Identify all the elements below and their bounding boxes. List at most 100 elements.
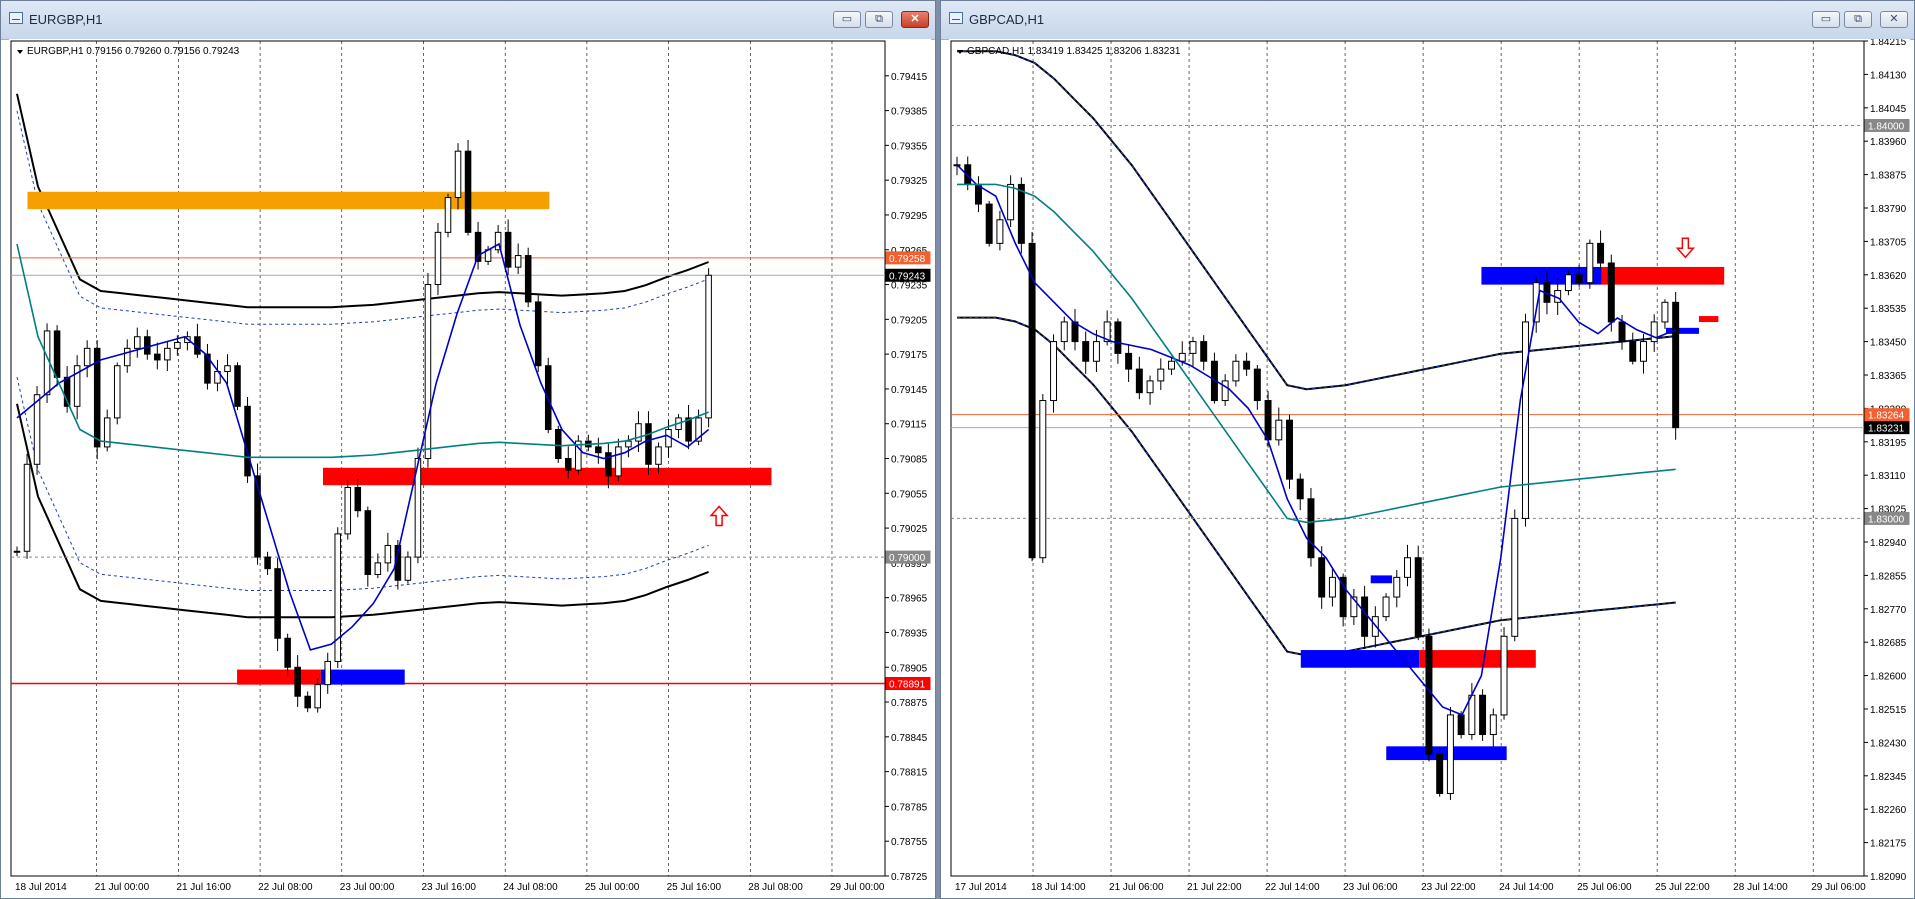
candle-body [1597, 242, 1605, 264]
y-tick-label: 0.79085 [891, 455, 928, 466]
minimize-button[interactable]: ▭ [833, 11, 861, 28]
candle-body [123, 347, 131, 367]
candle-body [1414, 557, 1422, 637]
gbpcad-chart-area[interactable]: 17 Jul 2014 18 Jul 14:00 21 Jul 06:00 21 Ju… [949, 39, 1910, 894]
close-button[interactable]: ✕ [1880, 11, 1908, 28]
candle-body [424, 284, 432, 459]
red-zone [322, 467, 772, 486]
window-title: GBPCAD,H1 [969, 12, 1045, 27]
candle-body [595, 446, 602, 454]
y-tick-label: 1.82940 [1870, 538, 1907, 549]
chart-window-icon [9, 12, 23, 24]
candle-body [1500, 635, 1508, 716]
candle-body [354, 486, 362, 512]
x-tick-label: 28 Jul 14:00 [1733, 882, 1788, 893]
x-tick-label: 29 Jul 00:00 [830, 882, 885, 893]
eurgbp-title-bar[interactable]: EURGBP,H1 ▭ ⧉ ✕ [1, 1, 935, 40]
candle-body [1125, 352, 1133, 370]
candle-body [464, 150, 472, 233]
candle-body [996, 219, 1004, 244]
y-tick-label: 1.82345 [1870, 772, 1907, 783]
candle-body [1296, 478, 1304, 500]
window-title: EURGBP,H1 [29, 12, 103, 27]
x-tick-label: 25 Jul 16:00 [667, 882, 722, 893]
x-tick-label: 17 Jul 2014 [955, 882, 1007, 893]
candle-body [1607, 262, 1615, 323]
y-tick-label: 0.79325 [891, 176, 928, 187]
y-tick-label: 1.83110 [1870, 471, 1906, 482]
candle-body [1318, 557, 1326, 598]
candle-body [1479, 694, 1487, 736]
x-tick-label: 23 Jul 00:00 [340, 882, 395, 893]
plot-frame [10, 40, 886, 877]
close-button[interactable]: ✕ [901, 11, 929, 28]
candle-body [1264, 400, 1272, 441]
y-tick-label: 0.79385 [891, 107, 928, 118]
candle-body [294, 666, 301, 697]
candle-body [1178, 352, 1186, 362]
candle-body [1361, 596, 1369, 637]
eurgbp-chart-area[interactable]: 18 Jul 2014 21 Jul 00:00 21 Jul 16:00 22 Ju… [9, 39, 931, 894]
candle-body [1393, 576, 1401, 598]
candle-body [1200, 341, 1208, 362]
candle-body [1275, 419, 1283, 441]
candle-body [314, 684, 321, 709]
price-tag-label: 0.79000 [889, 553, 926, 564]
candle-body [615, 446, 622, 477]
candle-body [1243, 360, 1251, 370]
candle-body [1457, 714, 1465, 736]
restore-button[interactable]: ⧉ [865, 11, 893, 28]
restore-button[interactable]: ⧉ [1844, 11, 1872, 28]
y-tick-label: 1.82175 [1870, 839, 1907, 850]
gbpcad-chart[interactable]: 17 Jul 2014 18 Jul 14:00 21 Jul 06:00 21 Ju… [949, 39, 1912, 896]
x-tick-label: 28 Jul 08:00 [748, 882, 803, 893]
candle-body [1586, 242, 1594, 284]
candle-body [524, 255, 532, 303]
y-tick-label: 1.82090 [1870, 872, 1907, 883]
candle-body [244, 405, 251, 477]
x-tick-label: 29 Jul 06:00 [1811, 882, 1866, 893]
candle-body [164, 347, 171, 361]
x-tick-label: 24 Jul 14:00 [1499, 882, 1554, 893]
candle-body [23, 463, 31, 552]
candle-body [1050, 341, 1058, 402]
candle-body [284, 637, 291, 668]
y-tick-label: 1.83535 [1870, 304, 1907, 315]
candle-body [1189, 341, 1197, 354]
candle-body [304, 695, 311, 709]
minimize-button[interactable]: ▭ [1812, 11, 1840, 28]
y-tick-label: 0.78725 [891, 872, 928, 883]
candle-body [174, 342, 181, 349]
candle-body [534, 301, 542, 367]
candle-body [1489, 714, 1497, 736]
candle-body [264, 556, 271, 570]
candle-body [985, 203, 993, 244]
eurgbp-chart[interactable]: 18 Jul 2014 21 Jul 00:00 21 Jul 16:00 22 Ju… [9, 39, 933, 896]
candle-body [504, 231, 512, 268]
x-tick-label: 22 Jul 14:00 [1265, 882, 1320, 893]
y-tick-label: 1.83365 [1870, 371, 1907, 382]
gbpcad-title-bar[interactable]: GBPCAD,H1 ▭ ⧉ ✕ [941, 1, 1914, 40]
candle-body [1564, 274, 1572, 292]
y-tick-label: 1.82430 [1870, 738, 1907, 749]
y-tick-label: 1.82260 [1870, 805, 1907, 816]
candle-body [134, 336, 141, 349]
x-tick-label: 25 Jul 22:00 [1655, 882, 1710, 893]
candle-body [454, 150, 462, 199]
candle-body [434, 231, 442, 286]
y-tick-label: 0.78755 [891, 837, 928, 848]
candle-body [1468, 694, 1476, 736]
candle-body [1028, 242, 1036, 559]
candle-body [1060, 321, 1068, 343]
candle-body [53, 330, 61, 378]
candle-body [554, 429, 562, 460]
blue-zone [1370, 575, 1393, 584]
price-tag-label: 1.83231 [1868, 424, 1905, 435]
candle-body [113, 365, 121, 419]
x-tick-label: 23 Jul 06:00 [1343, 882, 1398, 893]
y-tick-label: 0.79175 [891, 350, 928, 361]
price-tag-label: 1.83000 [1868, 514, 1905, 525]
candle-body [1146, 380, 1154, 394]
y-tick-label: 0.78875 [891, 698, 928, 709]
y-tick-label: 0.79295 [891, 211, 928, 222]
